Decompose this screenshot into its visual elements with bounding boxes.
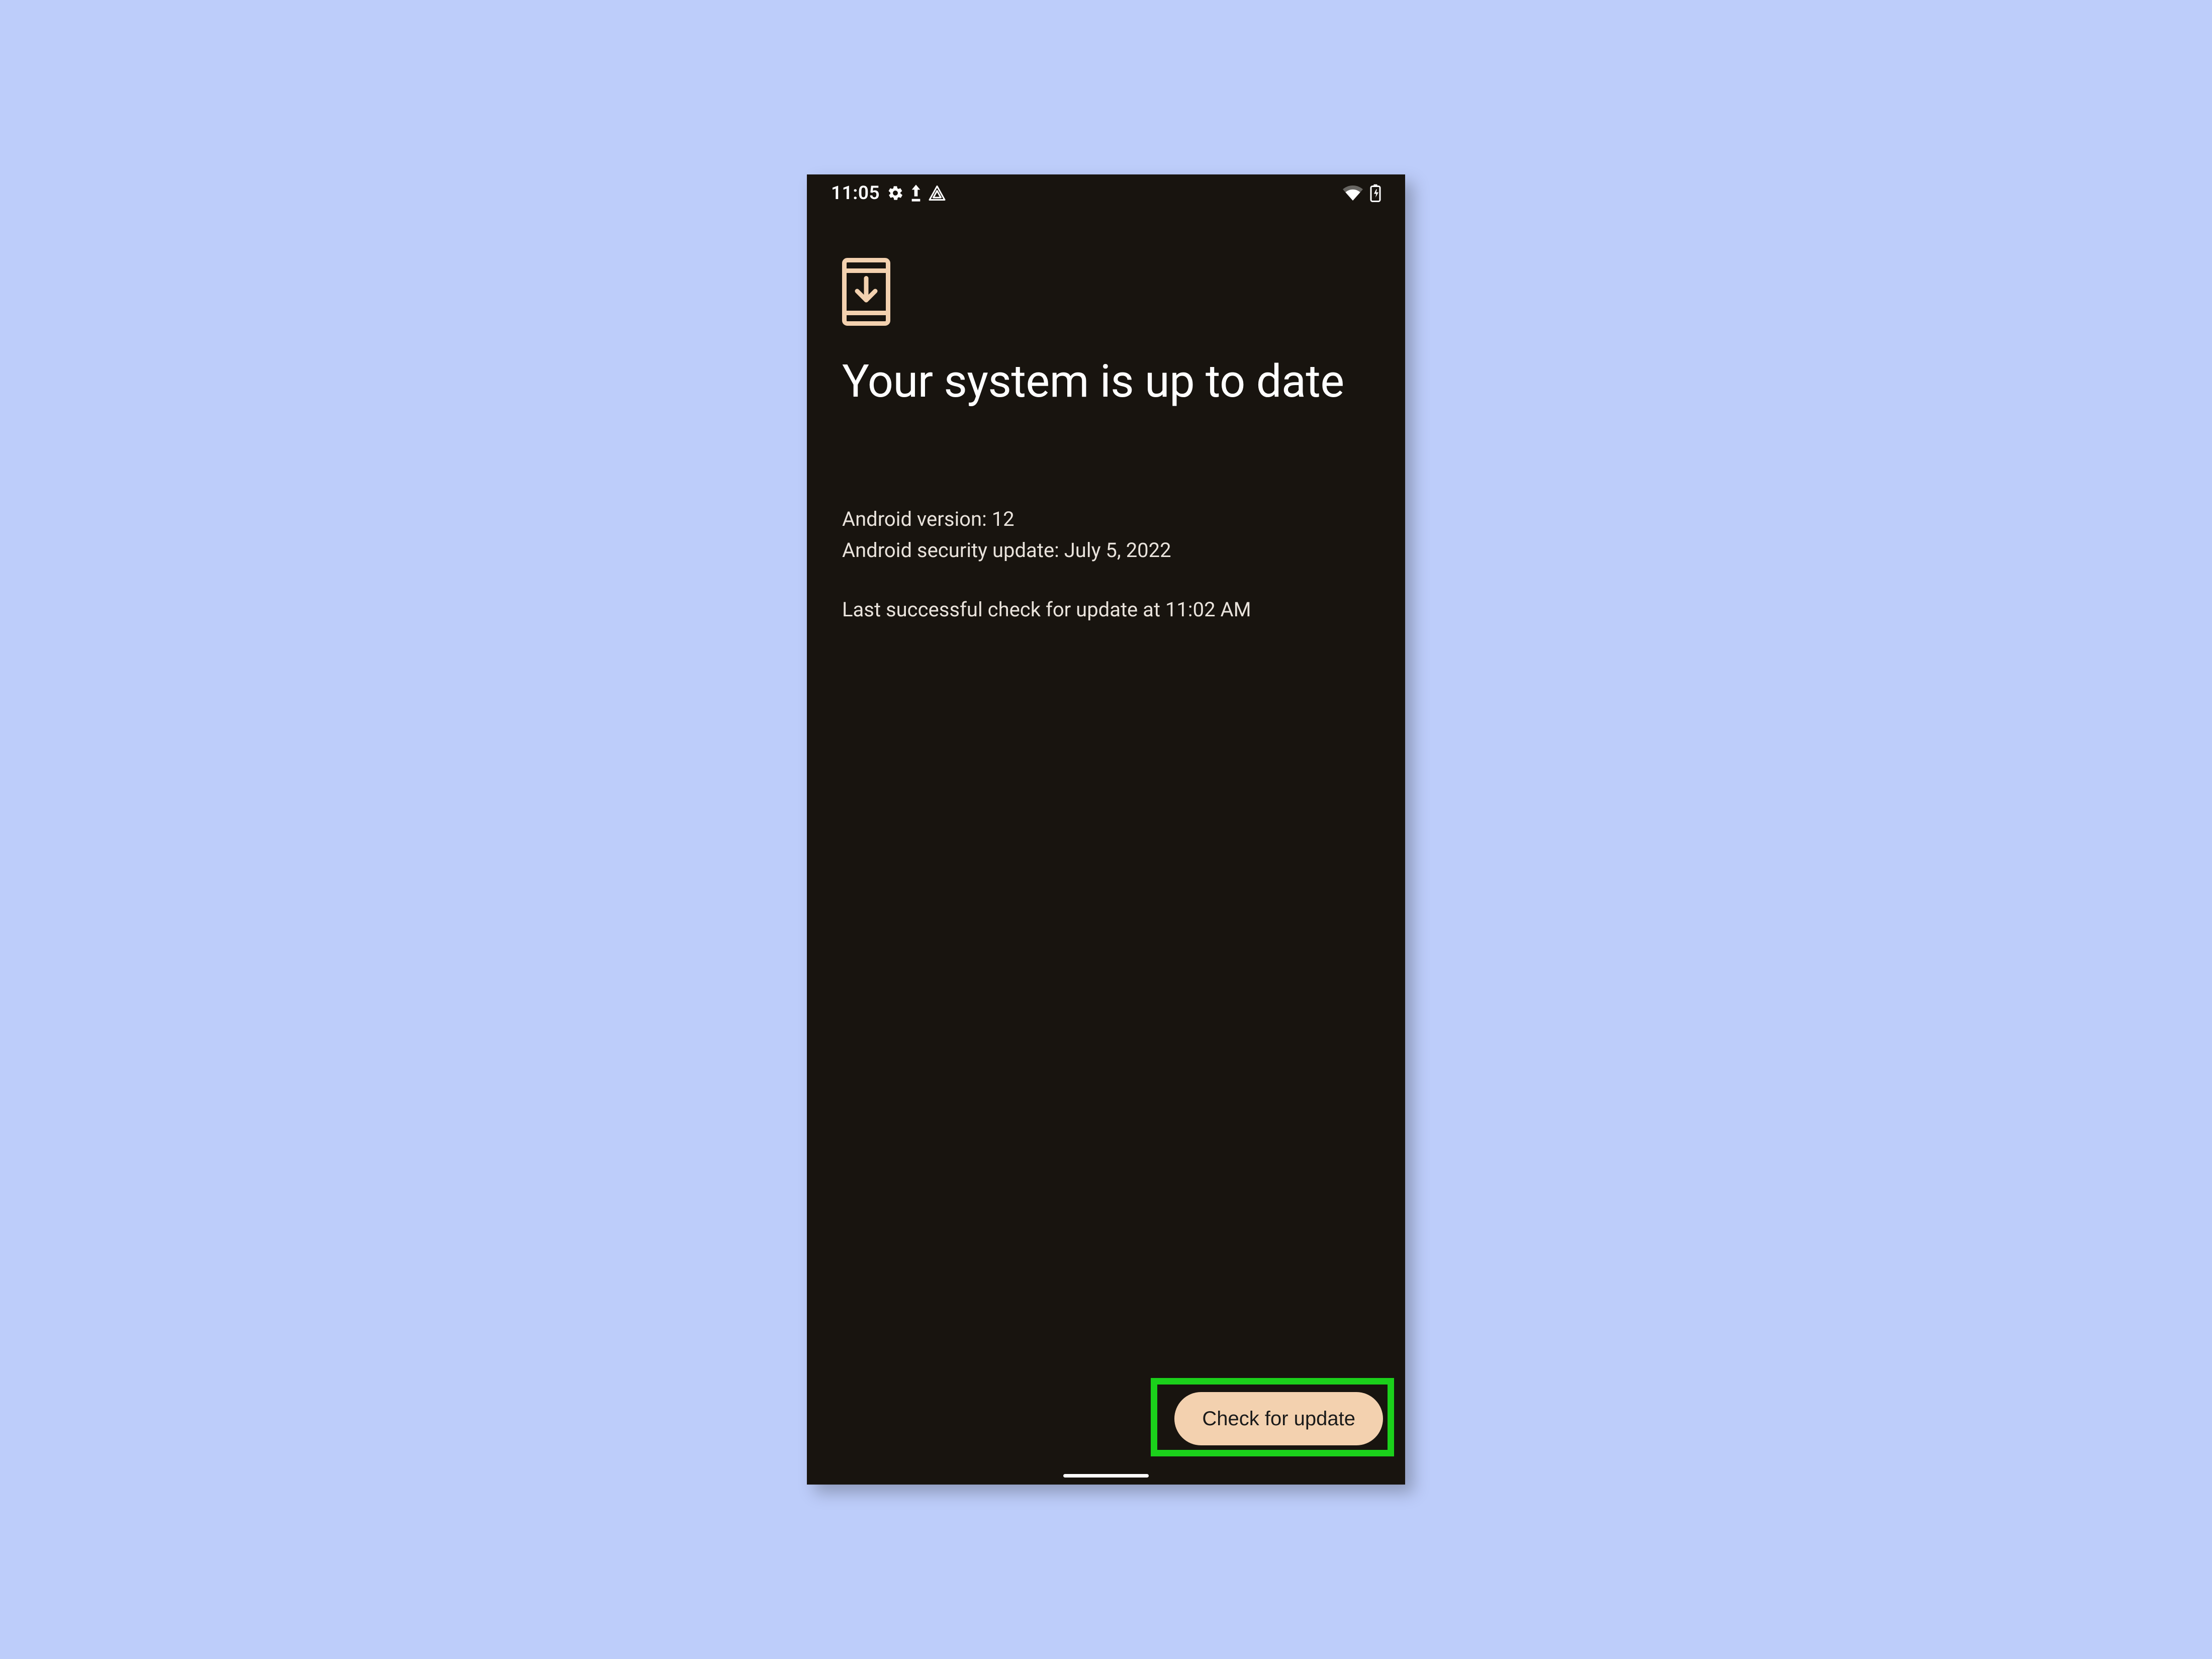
status-bar[interactable]: 11:05 bbox=[807, 174, 1405, 208]
status-bar-left: 11:05 bbox=[831, 182, 946, 204]
wifi-icon bbox=[1343, 186, 1363, 201]
phone-frame: 11:05 bbox=[807, 174, 1405, 1485]
system-update-icon bbox=[842, 258, 1370, 328]
status-bar-right bbox=[1343, 184, 1381, 202]
drive-triangle-icon bbox=[928, 185, 946, 202]
check-for-update-button[interactable]: Check for update bbox=[1174, 1392, 1383, 1445]
system-info-block: Android version: 12 Android security upd… bbox=[842, 504, 1370, 625]
status-clock: 11:05 bbox=[831, 182, 880, 204]
android-version-line: Android version: 12 bbox=[842, 504, 1370, 535]
last-check-line: Last successful check for update at 11:0… bbox=[842, 594, 1370, 625]
security-update-line: Android security update: July 5, 2022 bbox=[842, 535, 1370, 566]
page-title: Your system is up to date bbox=[842, 355, 1370, 408]
action-button-row: Check for update bbox=[1174, 1392, 1383, 1445]
settings-gear-icon bbox=[887, 185, 904, 202]
gesture-nav-bar[interactable] bbox=[1063, 1474, 1149, 1478]
system-update-screen: Your system is up to date Android versio… bbox=[807, 208, 1405, 1485]
battery-charging-icon bbox=[1370, 184, 1381, 202]
download-indicator-icon bbox=[911, 185, 921, 202]
